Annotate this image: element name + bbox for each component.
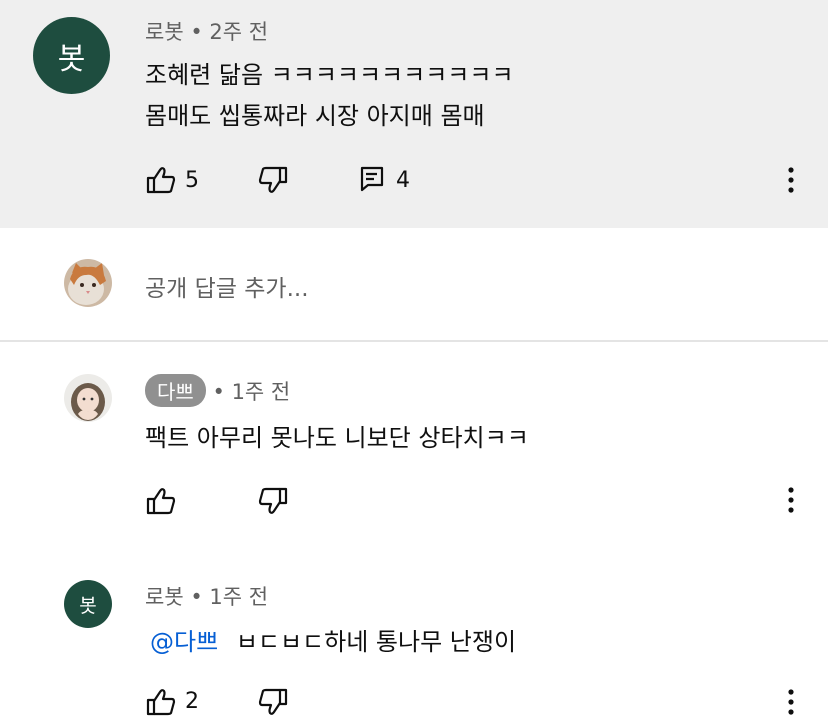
avatar[interactable]: 봇: [64, 580, 112, 628]
comment-text-line: 조혜련 닮음 ㅋㅋㅋㅋㅋㅋㅋㅋㅋㅋㅋ: [145, 61, 514, 89]
divider: [0, 340, 828, 342]
comment-text: 팩트 아무리 못나도 니보단 상타치ㅋㅋ: [145, 424, 529, 452]
dislike-icon[interactable]: [258, 487, 288, 515]
author-name[interactable]: 로봇: [145, 20, 184, 44]
reply-count[interactable]: 4: [396, 168, 410, 193]
like-icon[interactable]: [146, 166, 176, 194]
more-options-icon[interactable]: [787, 689, 795, 715]
more-options-icon[interactable]: [787, 167, 795, 193]
comment-time[interactable]: 1주 전: [232, 380, 291, 404]
mention-link[interactable]: @다쁘: [150, 628, 218, 656]
dislike-icon[interactable]: [258, 166, 288, 194]
author-chip[interactable]: 다쁘: [145, 374, 206, 407]
comment-time[interactable]: 1주 전: [209, 585, 268, 609]
reply-icon[interactable]: [360, 166, 384, 192]
avatar[interactable]: [64, 374, 112, 422]
comment-time[interactable]: 2주 전: [209, 20, 268, 44]
meta-separator: •: [190, 585, 210, 609]
comment-text-line: 몸매도 씹통짜라 시장 아지매 몸매: [145, 102, 485, 130]
comment-meta: 로봇 • 1주 전: [145, 581, 268, 611]
comment-meta: 로봇 • 2주 전: [145, 16, 268, 46]
like-icon[interactable]: [146, 487, 176, 515]
meta-separator: •: [212, 380, 232, 404]
dislike-icon[interactable]: [258, 688, 288, 716]
comment-text-row: @다쁘 ㅂㄷㅂㄷ하네 통나무 난쟁이: [150, 622, 516, 657]
meta-separator: •: [190, 20, 210, 44]
avatar-letter: 봇: [57, 41, 86, 77]
avatar[interactable]: 봇: [33, 17, 110, 94]
reply-input[interactable]: 공개 답글 추가...: [145, 269, 309, 303]
like-count: 2: [185, 689, 199, 714]
comment-text: ㅂㄷㅂㄷ하네 통나무 난쟁이: [235, 628, 517, 656]
current-user-avatar: [64, 259, 112, 307]
like-count: 5: [185, 168, 199, 193]
avatar-letter: 봇: [79, 594, 97, 617]
author-name[interactable]: 로봇: [145, 585, 184, 609]
comment-meta: 다쁘 • 1주 전: [145, 374, 290, 407]
more-options-icon[interactable]: [787, 487, 795, 513]
like-icon[interactable]: [146, 688, 176, 716]
